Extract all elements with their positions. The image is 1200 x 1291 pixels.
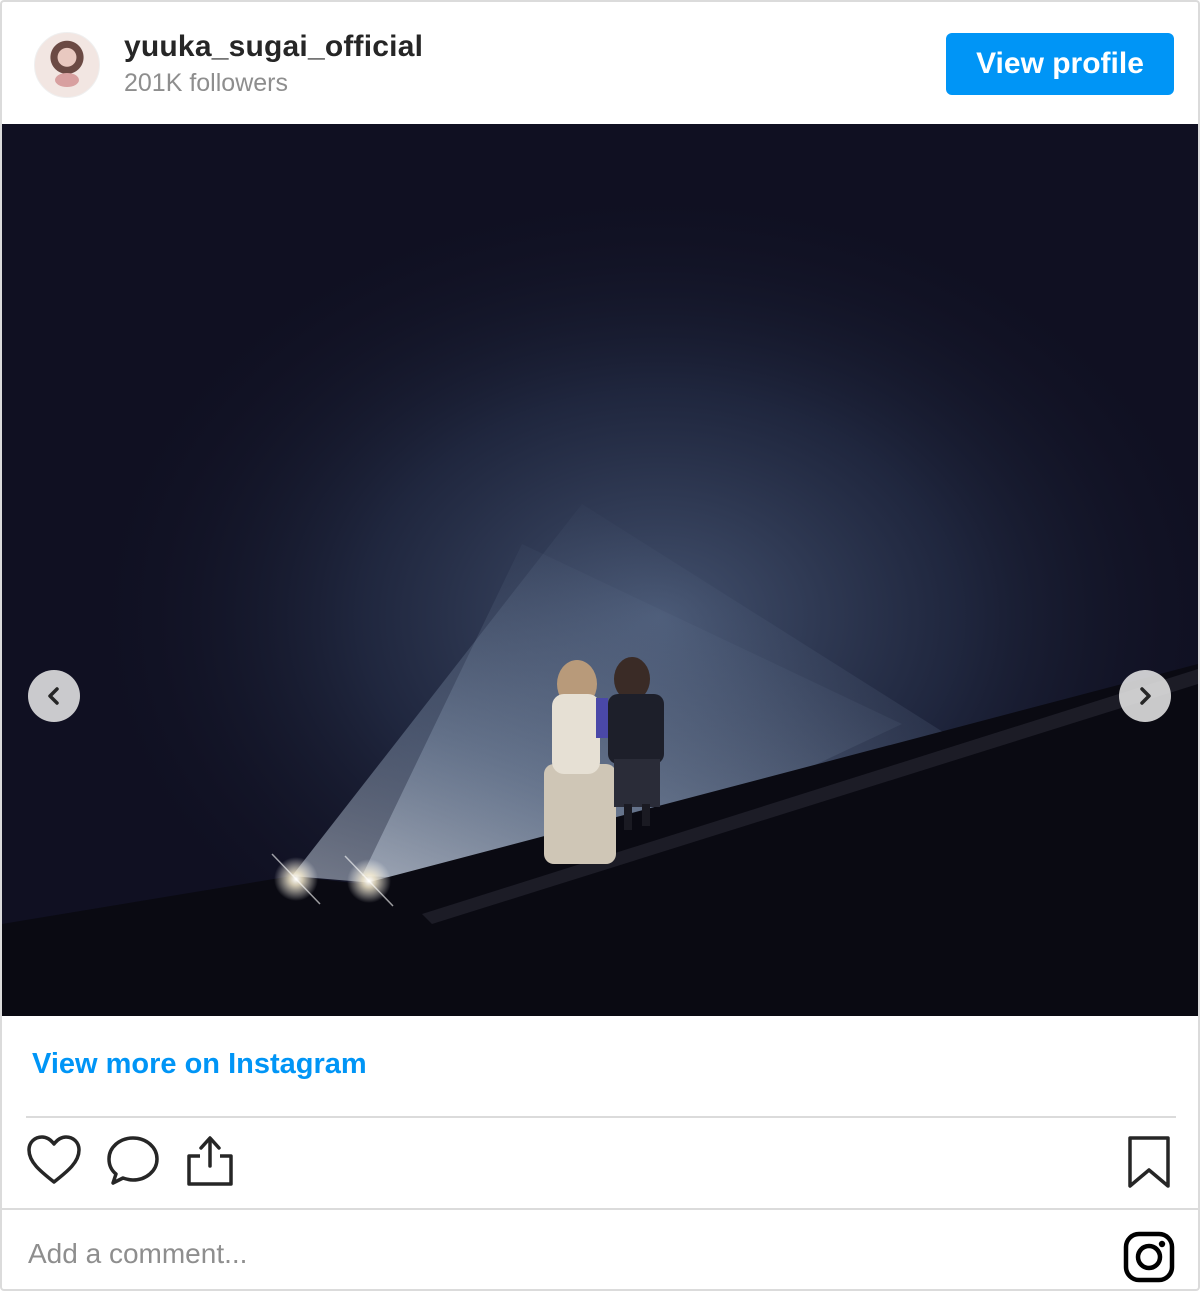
chevron-right-icon (1140, 687, 1151, 705)
avatar[interactable] (34, 32, 100, 98)
add-comment-input[interactable]: Add a comment... (28, 1238, 247, 1270)
divider (26, 1116, 1176, 1118)
share-icon (187, 1136, 233, 1186)
post-photo[interactable] (2, 124, 1198, 1020)
like-button[interactable] (26, 1134, 82, 1191)
concert-stage-photo (2, 124, 1198, 1020)
divider (2, 1208, 1198, 1210)
carousel-prev-button[interactable] (28, 670, 80, 722)
comment-button[interactable] (105, 1134, 161, 1193)
share-button[interactable] (184, 1134, 236, 1193)
instagram-embed-card: yuuka_sugai_official 201K followers View… (0, 0, 1200, 1291)
bookmark-button[interactable] (1124, 1134, 1174, 1195)
username[interactable]: yuuka_sugai_official (124, 30, 423, 64)
follower-count: 201K followers (124, 69, 288, 97)
carousel-next-button[interactable] (1119, 670, 1171, 722)
bookmark-icon (1128, 1136, 1170, 1188)
view-profile-button[interactable]: View profile (946, 33, 1174, 95)
post-header: yuuka_sugai_official 201K followers View… (2, 2, 1198, 124)
view-more-on-instagram-link[interactable]: View more on Instagram (32, 1048, 367, 1081)
instagram-logo-icon (1123, 1231, 1175, 1283)
heart-icon (27, 1135, 81, 1184)
chevron-left-icon (48, 687, 59, 705)
comment-icon (107, 1136, 159, 1185)
instagram-logo-button[interactable] (1122, 1230, 1176, 1289)
